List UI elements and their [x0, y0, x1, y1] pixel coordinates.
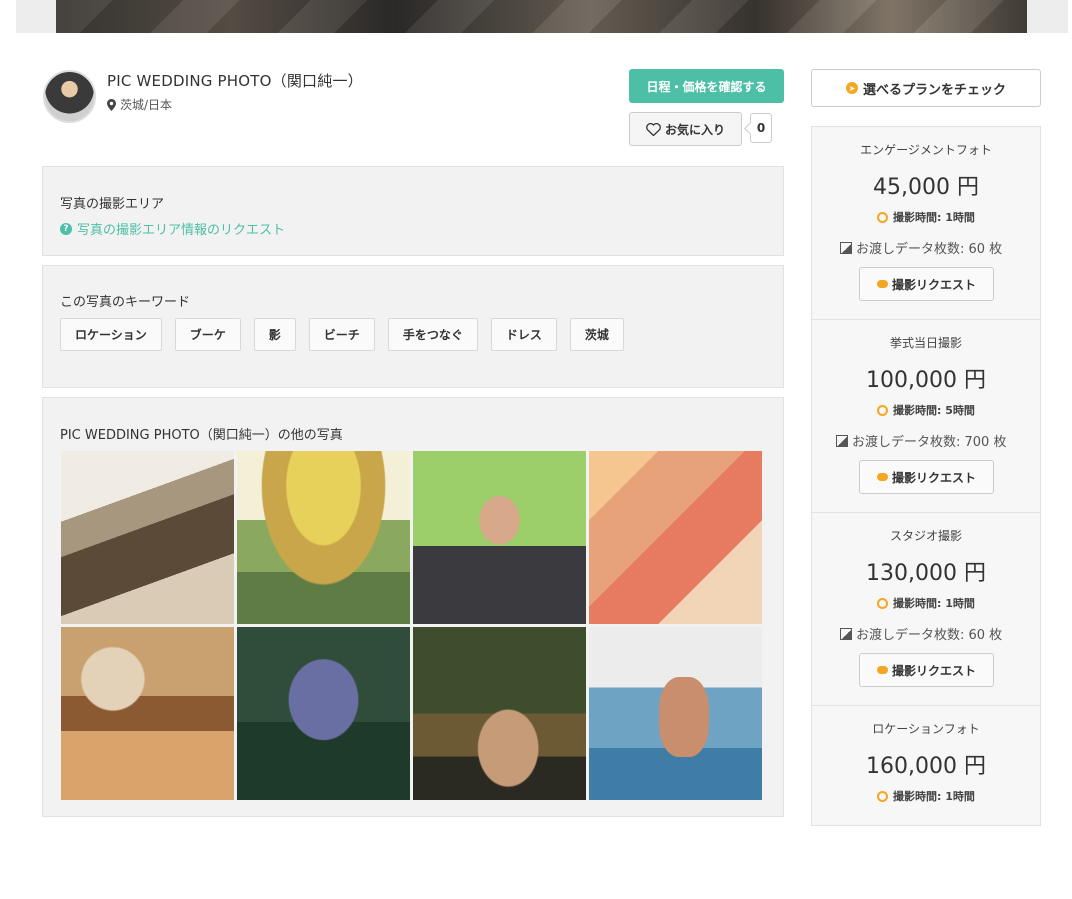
keyword-tag[interactable]: 影 [253, 318, 296, 351]
hero-photo [56, 0, 1027, 33]
photo-thumbnail[interactable] [413, 627, 586, 800]
other-photos-title: PIC WEDDING PHOTO（関口純一）の他の写真 [60, 428, 343, 443]
keyword-list: ロケーション ブーケ 影 ビーチ 手をつなぐ ドレス 茨城 [60, 318, 624, 351]
photo-thumbnail[interactable] [61, 627, 234, 800]
plan-data: お渡しデータ枚数: 60 枚 [840, 624, 1002, 643]
area-request-link[interactable]: ? 写真の撮影エリア情報のリクエスト [60, 219, 285, 238]
plan-price: 160,000 円 [866, 754, 986, 779]
photo-thumbnail[interactable] [413, 451, 586, 624]
plan-name: スタジオ撮影 [889, 529, 962, 543]
shooting-area-panel: 写真の撮影エリア ? 写真の撮影エリア情報のリクエスト [42, 166, 784, 256]
check-plans-label: 選べるプランをチェック [862, 82, 1006, 98]
image-icon [840, 627, 852, 640]
photo-grid [61, 451, 762, 800]
photo-thumbnail[interactable] [589, 451, 762, 624]
plan-card: 挙式当日撮影 100,000 円 撮影時間: 5時間 お渡しデータ枚数: 700… [812, 320, 1040, 513]
plan-data: お渡しデータ枚数: 700 枚 [836, 431, 1006, 450]
chat-bubble-icon [876, 666, 888, 674]
keyword-tag[interactable]: ブーケ [174, 318, 241, 351]
plan-data-text: お渡しデータ枚数: 60 枚 [856, 628, 1003, 643]
clock-icon [877, 597, 889, 609]
photo-thumbnail[interactable] [61, 451, 234, 624]
map-pin-icon [107, 98, 116, 111]
plan-card: スタジオ撮影 130,000 円 撮影時間: 1時間 お渡しデータ枚数: 60 … [812, 513, 1040, 706]
photographer-name[interactable]: PIC WEDDING PHOTO（関口純一） [107, 70, 363, 91]
plan-price: 45,000 円 [873, 175, 979, 200]
favorite-label: お気に入り [664, 122, 725, 137]
shooting-area-title: 写真の撮影エリア [60, 197, 165, 212]
shoot-request-label: 撮影リクエスト [891, 470, 976, 485]
plan-time: 撮影時間: 5時間 [812, 402, 1040, 418]
keywords-title: この写真のキーワード [60, 295, 191, 310]
question-icon: ? [60, 222, 72, 235]
location-text: 茨城/日本 [120, 98, 173, 112]
keyword-tag[interactable]: 手をつなぐ [387, 318, 478, 351]
shoot-request-label: 撮影リクエスト [891, 663, 976, 678]
keyword-tag[interactable]: ロケーション [60, 318, 162, 351]
clock-icon [877, 404, 889, 416]
plan-name: ロケーションフォト [872, 722, 980, 736]
check-plans-button[interactable]: ➤ 選べるプランをチェック [811, 69, 1041, 107]
shoot-request-button[interactable]: 撮影リクエスト [859, 267, 994, 301]
arrow-right-icon: ➤ [845, 82, 858, 94]
plan-data-text: お渡しデータ枚数: 60 枚 [856, 242, 1003, 257]
plan-price: 130,000 円 [866, 561, 986, 586]
plan-card: ロケーションフォト 160,000 円 撮影時間: 1時間 [812, 706, 1040, 899]
chat-bubble-icon [876, 280, 888, 288]
location: 茨城/日本 [107, 96, 172, 113]
plan-time: 撮影時間: 1時間 [812, 209, 1040, 225]
shoot-request-button[interactable]: 撮影リクエスト [859, 653, 994, 687]
keyword-tag[interactable]: 茨城 [569, 318, 624, 351]
check-schedule-price-button[interactable]: 日程・価格を確認する [629, 69, 784, 103]
plan-time: 撮影時間: 1時間 [812, 788, 1040, 804]
plan-time: 撮影時間: 1時間 [812, 595, 1040, 611]
shoot-request-label: 撮影リクエスト [891, 277, 976, 292]
photo-thumbnail[interactable] [589, 627, 762, 800]
plan-name: エンゲージメントフォト [860, 143, 992, 157]
keyword-tag[interactable]: ドレス [490, 318, 557, 351]
area-request-label: 写真の撮影エリア情報のリクエスト [77, 223, 286, 238]
plan-data: お渡しデータ枚数: 60 枚 [840, 238, 1002, 257]
clock-icon [877, 211, 889, 223]
plan-card: エンゲージメントフォト 45,000 円 撮影時間: 1時間 お渡しデータ枚数:… [812, 127, 1040, 320]
chat-bubble-icon [876, 473, 888, 481]
image-icon [836, 434, 848, 447]
plan-data-text: お渡しデータ枚数: 700 枚 [852, 435, 1007, 450]
clock-icon [877, 790, 889, 802]
other-photos-panel: PIC WEDDING PHOTO（関口純一）の他の写真 [42, 397, 784, 817]
photo-thumbnail[interactable] [237, 451, 410, 624]
plans-list: エンゲージメントフォト 45,000 円 撮影時間: 1時間 お渡しデータ枚数:… [811, 126, 1041, 826]
plan-time-text: 撮影時間: 1時間 [893, 597, 975, 610]
hero-banner [16, 0, 1068, 33]
heart-icon [646, 122, 661, 136]
keywords-panel: この写真のキーワード ロケーション ブーケ 影 ビーチ 手をつなぐ ドレス 茨城 [42, 265, 784, 388]
plan-price: 100,000 円 [866, 368, 986, 393]
plan-name: 挙式当日撮影 [889, 336, 962, 350]
avatar[interactable] [43, 70, 96, 123]
image-icon [840, 241, 852, 254]
favorite-button[interactable]: お気に入り [629, 112, 742, 146]
keyword-tag[interactable]: ビーチ [308, 318, 375, 351]
photo-thumbnail[interactable] [237, 627, 410, 800]
shoot-request-button[interactable]: 撮影リクエスト [859, 460, 994, 494]
plan-time-text: 撮影時間: 1時間 [893, 211, 975, 224]
plan-time-text: 撮影時間: 5時間 [893, 404, 975, 417]
favorite-count: 0 [750, 113, 772, 143]
plan-time-text: 撮影時間: 1時間 [893, 790, 975, 803]
